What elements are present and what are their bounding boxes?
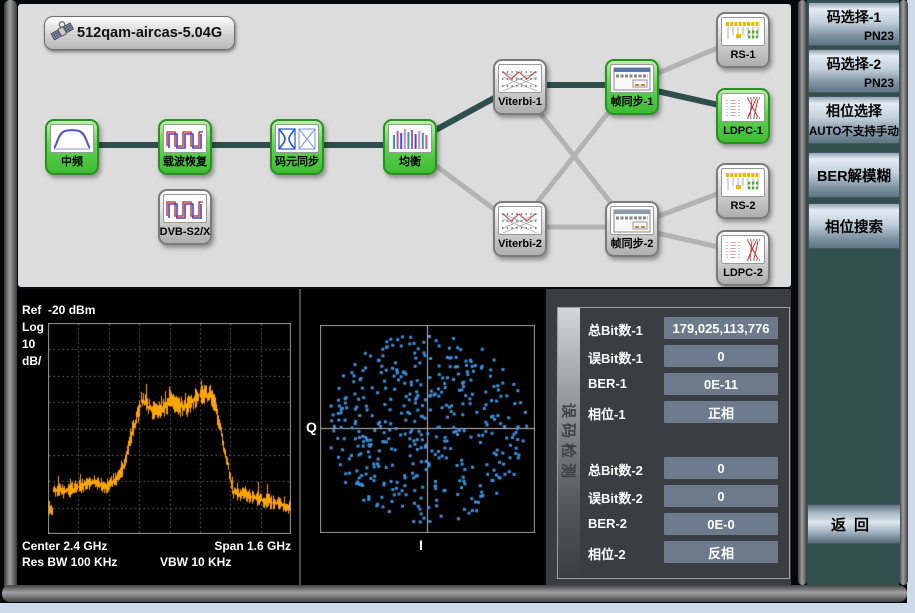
q-axis-label: Q xyxy=(306,419,317,435)
ber-row-error-bits-1: 误Bit数-1 0 xyxy=(588,345,784,367)
node-label: 载波恢复 xyxy=(163,153,207,172)
constellation-panel: Q I xyxy=(301,289,544,585)
scale-10: 10 xyxy=(22,337,35,351)
spectrum-hump-icon xyxy=(50,124,94,153)
ldpc-matrix-icon xyxy=(721,235,765,264)
scale-db: dB/ xyxy=(22,354,41,368)
node-carrier-recovery[interactable]: 载波恢复 xyxy=(158,119,212,175)
constellation-canvas xyxy=(320,325,535,533)
node-equalizer[interactable]: 均衡 xyxy=(383,119,437,175)
phase-select-value: AUTO不支持手动 xyxy=(809,123,899,139)
scenario-title: 512qam-aircas-5.04G xyxy=(77,25,222,41)
value-box: 179,025,113,776 xyxy=(664,317,778,339)
sidebar-right-bar xyxy=(899,0,908,585)
phase-search-button[interactable]: 相位搜索 xyxy=(808,203,900,249)
equalizer-bars-icon xyxy=(388,124,432,153)
node-symbol-sync[interactable]: 码元同步 xyxy=(270,119,324,175)
node-label: Viterbi-2 xyxy=(498,235,542,254)
spectrum-trace-canvas xyxy=(48,323,291,534)
frame-window-icon xyxy=(610,206,654,235)
value-box: 0 xyxy=(664,485,778,507)
node-ldpc-1[interactable]: LDPC-1 xyxy=(716,88,770,144)
eye-diagram-icon xyxy=(275,124,319,153)
phase-select-button[interactable]: 相位选择 AUTO不支持手动 xyxy=(808,96,900,144)
node-if[interactable]: 中频 xyxy=(45,119,99,175)
ber-row-total-bits-2: 总Bit数-2 0 xyxy=(588,457,784,479)
code-select-2-value: PN23 xyxy=(809,76,899,90)
center-freq: Center 2.4 GHz xyxy=(22,539,107,553)
node-rs-2[interactable]: RS-2 xyxy=(716,163,770,219)
node-label: 帧同步-2 xyxy=(611,235,654,254)
rs-coder-icon xyxy=(721,168,765,197)
i-axis-label: I xyxy=(419,537,423,553)
ber-row-ber-1: BER-1 0E-11 xyxy=(588,373,784,395)
block-diagram-panel: 512qam-aircas-5.04G 中频 载波恢复 xyxy=(18,4,791,287)
node-label: 均衡 xyxy=(399,153,421,172)
square-wave-icon xyxy=(163,194,207,223)
ref-level: Ref -20 dBm xyxy=(22,303,95,317)
value-box: 0E-11 xyxy=(664,373,778,395)
frame-window-icon xyxy=(610,64,654,93)
node-dvb-s2x[interactable]: DVB-S2/X xyxy=(158,189,212,245)
value-box: 正相 xyxy=(664,401,778,423)
code-select-1-value: PN23 xyxy=(809,29,899,43)
satellite-icon xyxy=(50,20,74,46)
ber-row-ber-2: BER-2 0E-0 xyxy=(588,513,784,535)
ber-row-error-bits-2: 误Bit数-2 0 xyxy=(588,485,784,507)
ber-row-total-bits-1: 总Bit数-1 179,025,113,776 xyxy=(588,317,784,339)
node-viterbi-1[interactable]: Viterbi-1 xyxy=(493,59,547,115)
node-label: Viterbi-1 xyxy=(498,93,542,112)
spectrum-panel: Ref -20 dBm Log 10 dB/ Center 2.4 GHz Sp… xyxy=(18,289,301,585)
rs-coder-icon xyxy=(721,17,765,46)
bottom-margin xyxy=(0,603,915,613)
ber-side-strip: 误码检测 xyxy=(558,308,580,578)
back-button[interactable]: 返回 xyxy=(807,504,901,544)
node-frame-sync-1[interactable]: 帧同步-1 xyxy=(605,59,659,115)
ber-panel: 误码检测 总Bit数-1 179,025,113,776 误Bit数-1 0 B… xyxy=(557,307,790,579)
span: Span 1.6 GHz xyxy=(148,539,291,553)
bottom-frame-bar xyxy=(2,585,907,602)
vbw: VBW 10 KHz xyxy=(160,555,231,569)
ber-row-phase-1: 相位-1 正相 xyxy=(588,401,784,423)
value-box: 0E-0 xyxy=(664,513,778,535)
value-box: 0 xyxy=(664,345,778,367)
code-select-2-button[interactable]: 码选择-2 PN23 xyxy=(808,49,900,93)
ldpc-matrix-icon xyxy=(721,93,765,122)
right-margin xyxy=(907,0,915,613)
trellis-icon xyxy=(498,206,542,235)
node-ldpc-2[interactable]: LDPC-2 xyxy=(716,230,770,286)
sidebar: 码选择-1 PN23 码选择-2 PN23 相位选择 AUTO不支持手动 BER… xyxy=(807,0,899,585)
sidebar-left-bar xyxy=(798,0,807,585)
app-window: 512qam-aircas-5.04G 中频 载波恢复 xyxy=(0,0,915,613)
ber-side-label: 误码检测 xyxy=(559,403,580,483)
node-label: RS-1 xyxy=(730,46,755,65)
value-box: 0 xyxy=(664,457,778,479)
node-label: LDPC-1 xyxy=(723,122,763,141)
scale-log: Log xyxy=(22,320,44,334)
node-label: 码元同步 xyxy=(275,153,319,172)
node-label: DVB-S2/X xyxy=(160,223,211,242)
left-frame-bar xyxy=(4,0,17,601)
node-rs-1[interactable]: RS-1 xyxy=(716,12,770,68)
node-label: LDPC-2 xyxy=(723,264,763,283)
square-wave-icon xyxy=(163,124,207,153)
ber-region: 误码检测 总Bit数-1 179,025,113,776 误Bit数-1 0 B… xyxy=(546,289,791,585)
node-frame-sync-2[interactable]: 帧同步-2 xyxy=(605,201,659,257)
res-bw: Res BW 100 KHz xyxy=(22,555,117,569)
ber-row-phase-2: 相位-2 反相 xyxy=(588,541,784,563)
node-label: 中频 xyxy=(61,153,83,172)
node-label: 帧同步-1 xyxy=(611,93,654,112)
code-select-1-button[interactable]: 码选择-1 PN23 xyxy=(808,2,900,46)
scenario-title-button[interactable]: 512qam-aircas-5.04G xyxy=(44,16,235,50)
node-viterbi-2[interactable]: Viterbi-2 xyxy=(493,201,547,257)
ber-deambiguity-button[interactable]: BER解模糊 xyxy=(808,152,900,198)
trellis-icon xyxy=(498,64,542,93)
value-box: 反相 xyxy=(664,541,778,563)
node-label: RS-2 xyxy=(730,197,755,216)
